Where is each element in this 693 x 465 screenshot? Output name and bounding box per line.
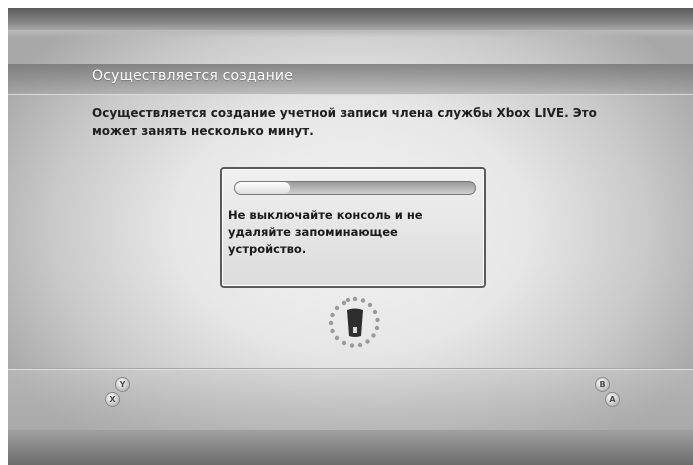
progress-dialog: Не выключайте консоль и не удаляйте запо…: [220, 167, 486, 288]
b-button-icon[interactable]: B: [595, 377, 610, 392]
status-message: Осуществляется создание учетной записи ч…: [92, 106, 597, 138]
progress-bar: [234, 181, 476, 195]
top-band-shade: [8, 30, 693, 38]
warning-text: Не выключайте консоль и не удаляйте запо…: [228, 208, 423, 256]
xbox-dashboard-screen: Осуществляется создание Осуществляется с…: [8, 8, 693, 465]
y-button-icon[interactable]: Y: [115, 377, 130, 392]
x-button-icon[interactable]: X: [105, 392, 120, 407]
bottom-band: [8, 430, 693, 465]
xbox-loading-icon: [328, 296, 380, 348]
page-title: Осуществляется создание: [92, 68, 294, 84]
progress-bar-fill: [235, 182, 291, 194]
a-button-icon[interactable]: A: [605, 392, 620, 407]
top-band: [8, 8, 693, 30]
